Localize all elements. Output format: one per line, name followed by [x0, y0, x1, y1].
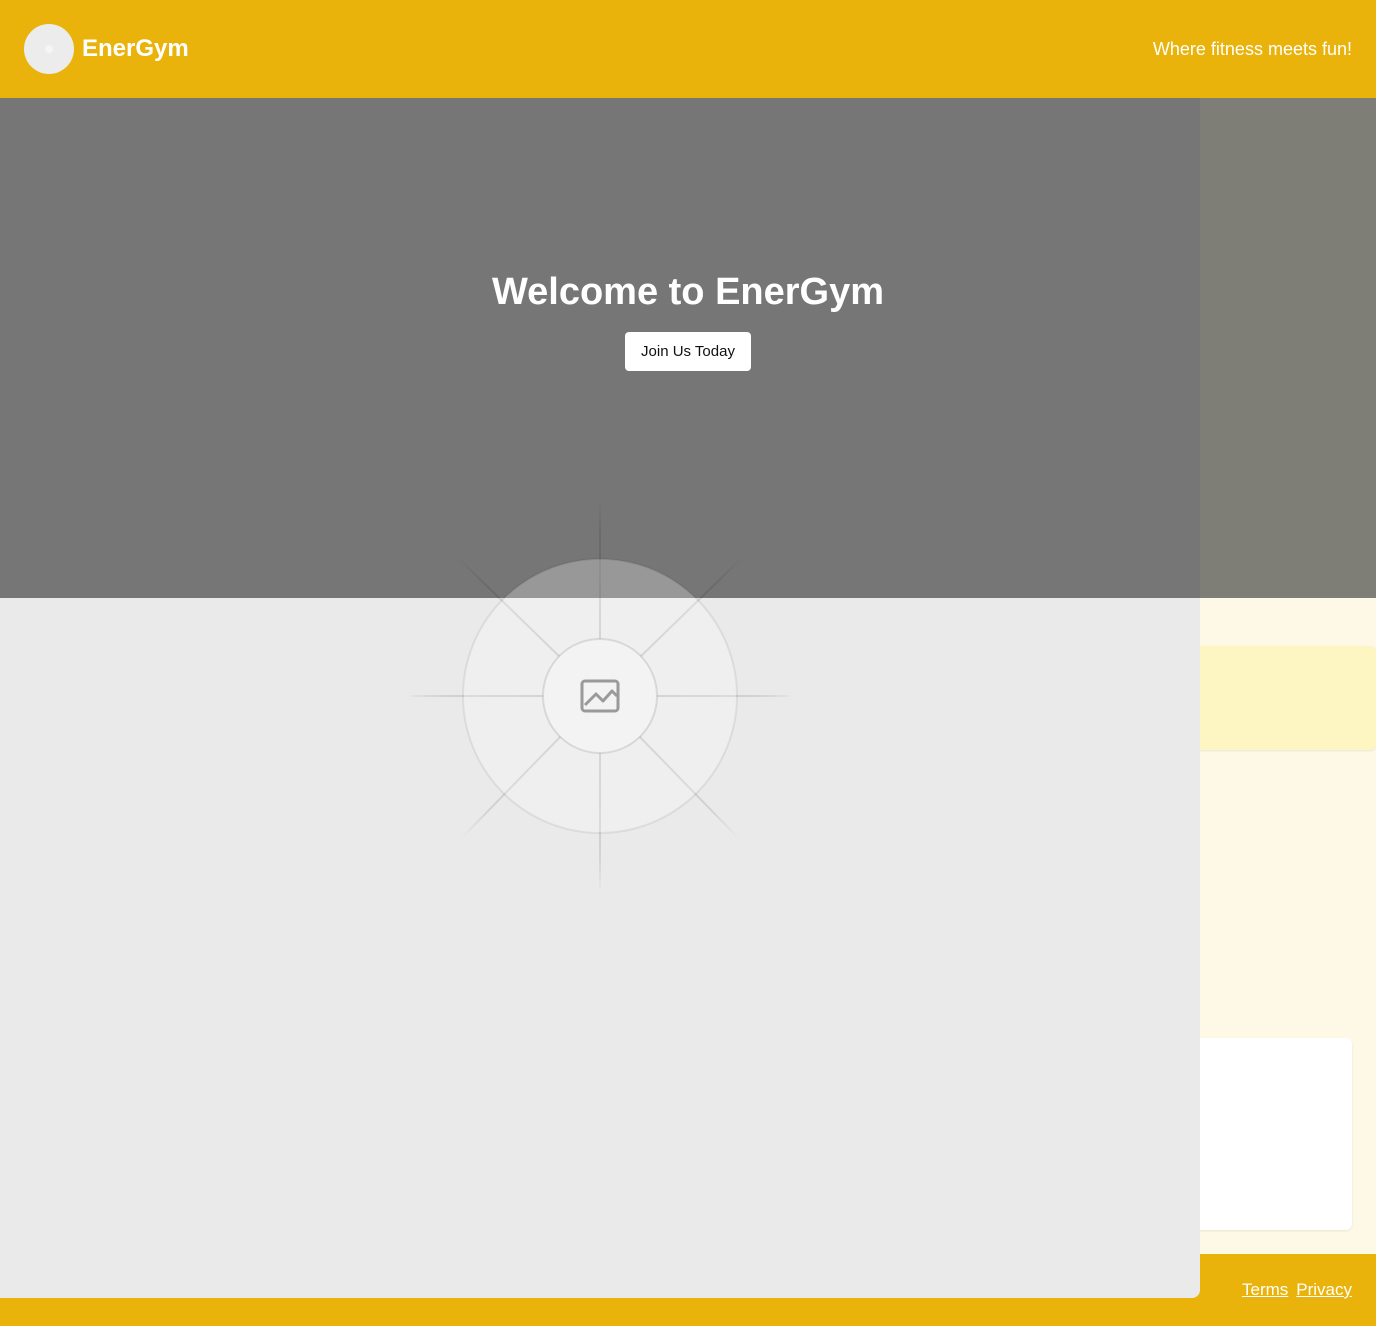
logo-icon [24, 24, 74, 74]
logo-dot [45, 45, 53, 53]
tagline: Where fitness meets fun! [1152, 38, 1352, 59]
footer-link-privacy[interactable]: Privacy [1296, 1280, 1352, 1300]
footer-link-terms[interactable]: Terms [1242, 1280, 1288, 1300]
site-header: EnerGym Where fitness meets fun! [0, 0, 1376, 98]
hero: Welcome to EnerGym Join Us Today [0, 98, 1376, 598]
brand-name: EnerGym [82, 35, 189, 62]
join-us-button[interactable]: Join Us Today [625, 332, 751, 371]
brand[interactable]: EnerGym [24, 24, 189, 74]
hero-title: Welcome to EnerGym [491, 271, 885, 313]
